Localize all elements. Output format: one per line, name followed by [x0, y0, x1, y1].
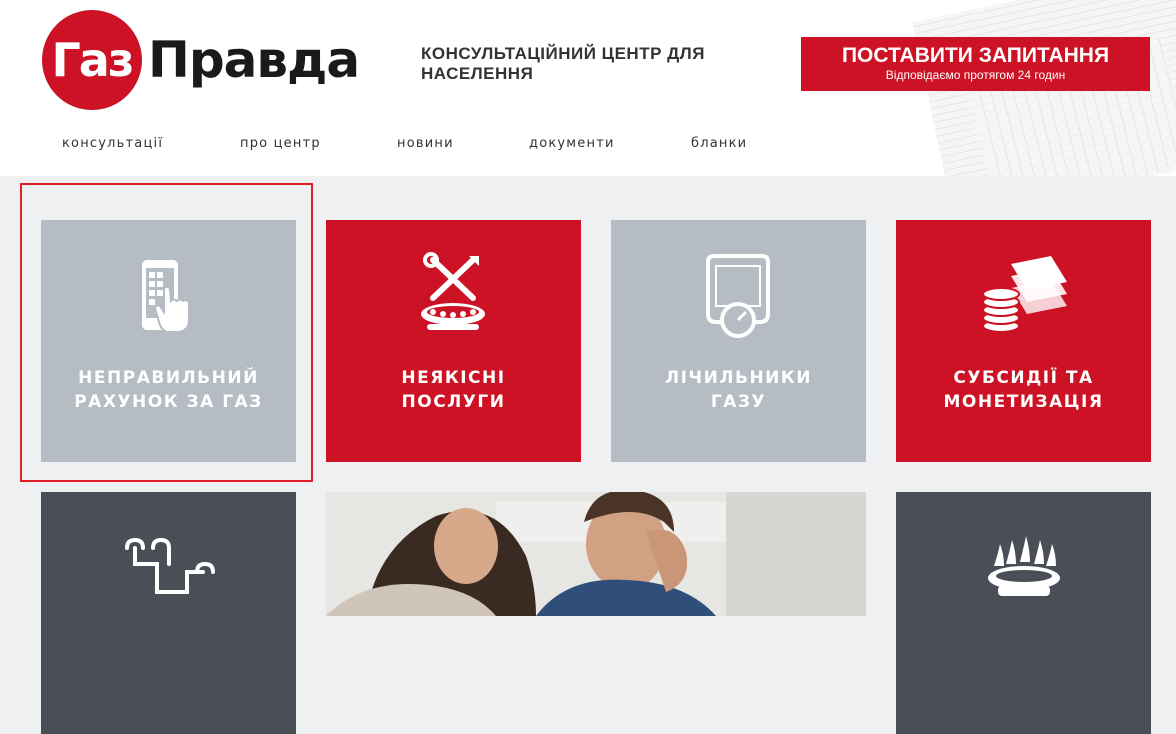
tile-wrong-bill[interactable]: НЕПРАВИЛЬНИЙ РАХУНОК ЗА ГАЗ — [41, 220, 296, 462]
gas-meter-icon — [706, 254, 770, 338]
tile-label-line2: МОНЕТИЗАЦІЯ — [943, 392, 1104, 412]
nav-item-documents[interactable]: документи — [529, 136, 615, 151]
tile-label-line1: НЕЯКІСНІ — [401, 368, 506, 388]
logo-pravda-text: Правда — [148, 31, 360, 89]
nav-item-news[interactable]: новини — [397, 136, 454, 151]
site-tagline: КОНСУЛЬТАЦІЙНИЙ ЦЕНТР ДЛЯ НАСЕЛЕННЯ — [421, 44, 705, 83]
tile-label-line2: ПОСЛУГИ — [401, 392, 506, 412]
coins-bills-icon — [982, 256, 1067, 333]
tile-label: НЕЯКІСНІ ПОСЛУГИ — [336, 366, 571, 414]
site-header: Газ Правда КОНСУЛЬТАЦІЙНИЙ ЦЕНТР ДЛЯ НАС… — [0, 0, 1176, 176]
tile-label-line1: НЕПРАВИЛЬНИЙ — [78, 368, 259, 388]
tile-label: НЕПРАВИЛЬНИЙ РАХУНОК ЗА ГАЗ — [51, 366, 286, 414]
tile-gas-pipes[interactable] — [41, 492, 296, 734]
site-logo[interactable]: Газ Правда — [42, 10, 382, 110]
tile-label-line1: ЛІЧИЛЬНИКИ — [664, 368, 813, 388]
tile-label: СУБСИДІЇ ТА МОНЕТИЗАЦІЯ — [906, 366, 1141, 414]
burner-flame-icon — [988, 536, 1060, 596]
ask-question-subtitle: Відповідаємо протягом 24 годин — [885, 68, 1066, 82]
tile-poor-services[interactable]: НЕЯКІСНІ ПОСЛУГИ — [326, 220, 581, 462]
gas-pipes-icon — [125, 538, 215, 594]
nav-item-consultations[interactable]: консультації — [62, 136, 163, 151]
tile-label-line1: СУБСИДІЇ ТА — [953, 368, 1094, 388]
nav-item-about[interactable]: про центр — [240, 136, 321, 151]
tile-subsidies[interactable]: СУБСИДІЇ ТА МОНЕТИЗАЦІЯ — [896, 220, 1151, 462]
phone-touch-icon — [142, 260, 190, 333]
couple-photo — [326, 492, 866, 616]
tile-label: ЛІЧИЛЬНИКИ ГАЗУ — [621, 366, 856, 414]
tile-label-line2: РАХУНОК ЗА ГАЗ — [74, 392, 263, 412]
ask-question-title: ПОСТАВИТИ ЗАПИТАННЯ — [841, 44, 1110, 67]
consultation-photo[interactable] — [326, 492, 866, 616]
tile-gas-stove[interactable] — [896, 492, 1151, 734]
nav-item-forms[interactable]: бланки — [691, 136, 747, 151]
tile-gas-meters[interactable]: ЛІЧИЛЬНИКИ ГАЗУ — [611, 220, 866, 462]
ask-question-button[interactable]: ПОСТАВИТИ ЗАПИТАННЯ Відповідаємо протяго… — [801, 37, 1150, 91]
tools-burner-icon — [421, 252, 485, 330]
tile-label-line2: ГАЗУ — [710, 392, 767, 412]
logo-gaz-text: Газ — [51, 33, 134, 87]
